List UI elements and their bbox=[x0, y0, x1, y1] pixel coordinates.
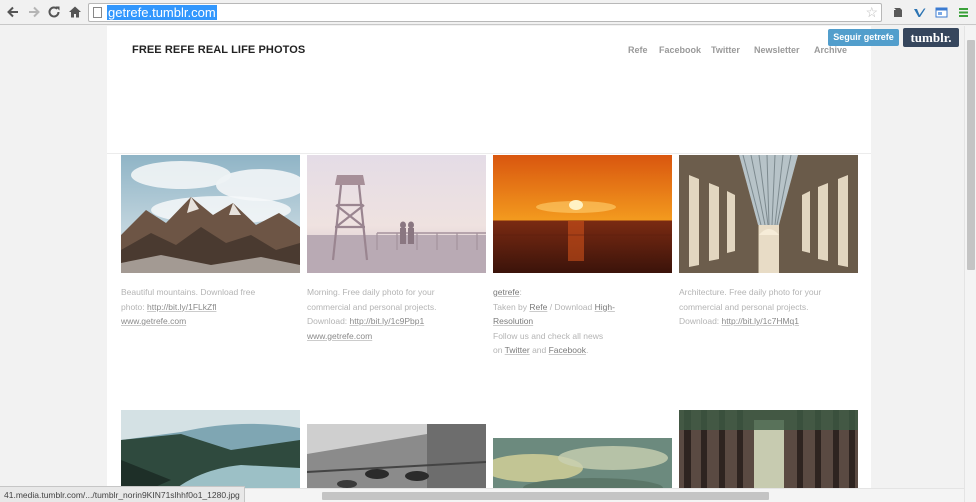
nav-twitter[interactable]: Twitter bbox=[711, 45, 740, 55]
caption-text: Beautiful mountains. Download free bbox=[121, 287, 256, 297]
blog-title[interactable]: FREE REFE REAL LIFE PHOTOS bbox=[132, 44, 305, 56]
nav-archive[interactable]: Archive bbox=[814, 45, 847, 55]
bookmark-star-icon[interactable]: ☆ bbox=[865, 4, 878, 21]
address-bar[interactable]: getrefe.tumblr.com ☆ bbox=[88, 3, 882, 22]
caption-link[interactable]: Facebook bbox=[549, 345, 586, 355]
address-url[interactable]: getrefe.tumblr.com bbox=[107, 5, 217, 20]
caption-link[interactable]: http://bit.ly/1c7HMq1 bbox=[722, 316, 799, 326]
post-image-mountains[interactable] bbox=[121, 155, 300, 273]
page-viewport: FREE REFE REAL LIFE PHOTOS Refe Facebook… bbox=[0, 26, 964, 502]
caption-link[interactable]: Resolution bbox=[493, 316, 533, 326]
caption-link[interactable]: www.getrefe.com bbox=[121, 316, 186, 326]
caption-link[interactable]: Twitter bbox=[505, 345, 530, 355]
caption-text: Taken by bbox=[493, 301, 530, 312]
caption-text: : bbox=[519, 287, 522, 297]
caption-author-link[interactable]: getrefe bbox=[493, 287, 519, 297]
caption-text: Download: bbox=[307, 316, 350, 326]
post-caption-sunset: getrefe: Taken by Refe / Download High- … bbox=[493, 285, 673, 358]
post-image-arcade[interactable] bbox=[679, 155, 858, 273]
follow-button[interactable]: Seguir getrefe bbox=[828, 29, 899, 46]
caption-text: photo: bbox=[121, 301, 147, 312]
caption-link[interactable]: http://bit.ly/1c9Pbp1 bbox=[350, 316, 425, 326]
caption-link[interactable]: www.getrefe.com bbox=[307, 331, 372, 341]
forward-icon[interactable] bbox=[25, 3, 43, 21]
home-icon[interactable] bbox=[66, 3, 84, 21]
nav-facebook[interactable]: Facebook bbox=[659, 45, 701, 55]
post-caption-mountains: Beautiful mountains. Download free photo… bbox=[121, 285, 301, 329]
back-icon[interactable] bbox=[4, 3, 22, 21]
post-caption-lifeguard-tower: Morning. Free daily photo for your comme… bbox=[307, 285, 487, 343]
caption-text: and bbox=[529, 345, 549, 355]
reload-icon[interactable] bbox=[45, 3, 63, 21]
header-divider bbox=[107, 153, 871, 154]
caption-text: commercial and personal projects. bbox=[307, 301, 437, 312]
nav-refe[interactable]: Refe bbox=[628, 45, 648, 55]
caption-text: Architecture. Free daily photo for your bbox=[679, 287, 822, 297]
caption-link[interactable]: High- bbox=[595, 302, 615, 312]
post-image-lifeguard-tower[interactable] bbox=[307, 155, 486, 273]
post-image-sunset[interactable] bbox=[493, 155, 672, 273]
tumblr-logo[interactable]: tumblr. bbox=[903, 28, 959, 47]
menu-icon[interactable] bbox=[955, 4, 971, 20]
caption-text: Download: bbox=[679, 316, 722, 326]
caption-text: Follow us and check all news bbox=[493, 330, 604, 341]
blog-page: FREE REFE REAL LIFE PHOTOS Refe Facebook… bbox=[107, 26, 871, 502]
vimeo-extension-icon[interactable] bbox=[911, 4, 927, 20]
vertical-scrollbar[interactable] bbox=[964, 26, 976, 502]
caption-text: . bbox=[585, 345, 589, 355]
caption-text: Morning. Free daily photo for your bbox=[307, 287, 435, 297]
post-caption-arcade: Architecture. Free daily photo for your … bbox=[679, 285, 859, 329]
browser-toolbar: getrefe.tumblr.com ☆ bbox=[0, 0, 976, 25]
nav-newsletter[interactable]: Newsletter bbox=[754, 45, 800, 55]
status-bar-url: 41.media.tumblr.com/.../tumblr_norin9KIN… bbox=[0, 486, 245, 502]
page-icon bbox=[93, 7, 102, 18]
caption-text: on bbox=[493, 345, 505, 355]
caption-text: / Download bbox=[547, 301, 595, 312]
caption-link[interactable]: http://bit.ly/1FLkZfl bbox=[147, 302, 216, 312]
evernote-icon[interactable] bbox=[889, 4, 905, 20]
caption-text: commercial and personal projects. bbox=[679, 301, 809, 312]
caption-link[interactable]: Refe bbox=[529, 302, 547, 312]
extension-window-icon[interactable] bbox=[933, 4, 949, 20]
vertical-scroll-thumb[interactable] bbox=[967, 40, 975, 270]
horizontal-scroll-thumb[interactable] bbox=[322, 492, 769, 500]
